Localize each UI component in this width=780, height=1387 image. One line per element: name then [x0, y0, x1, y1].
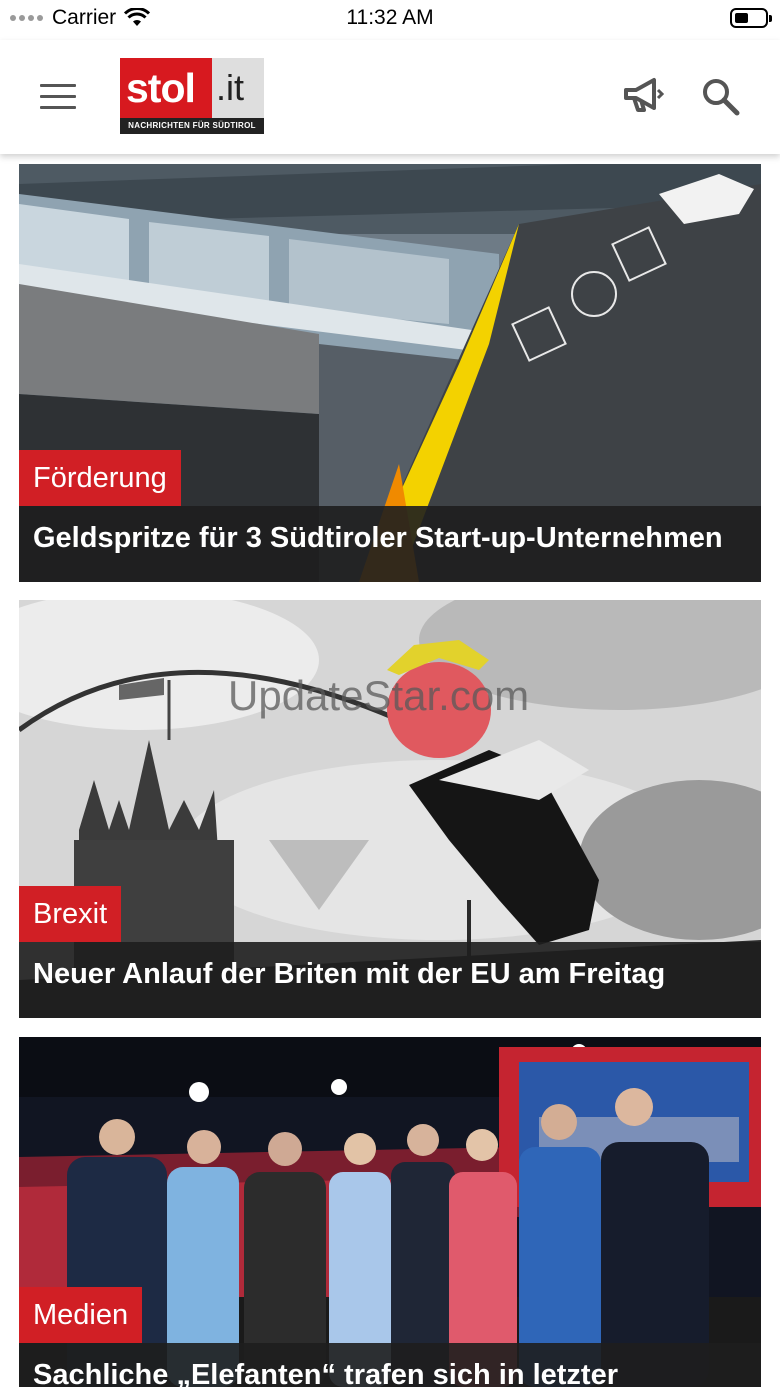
watermark: UpdateStar.com [228, 672, 530, 719]
logo-suffix: .it [216, 67, 245, 108]
logo-tagline: NACHRICHTEN FÜR SÜDTIROL [120, 118, 264, 134]
logo-main: stol [126, 65, 196, 111]
battery-icon [730, 8, 772, 28]
app-header: stol .it NACHRICHTEN FÜR SÜDTIROL [0, 40, 780, 154]
category-tag[interactable]: Medien [19, 1287, 143, 1343]
article-card[interactable]: Brexit Neuer Anlauf der Briten mit der E… [19, 600, 761, 1018]
headline-bar: Neuer Anlauf der Briten mit der EU am Fr… [19, 942, 761, 1018]
status-time: 11:32 AM [346, 6, 434, 29]
article-card[interactable]: Förderung Geldspritze für 3 Südtiroler S… [19, 164, 761, 582]
category-tag[interactable]: Förderung [19, 450, 181, 506]
headline[interactable]: Neuer Anlauf der Briten mit der EU am Fr… [33, 958, 665, 991]
article-card[interactable]: Medien Sachliche „Elefanten“ trafen sich… [19, 1037, 761, 1387]
megaphone-icon[interactable] [620, 76, 664, 116]
search-icon[interactable] [700, 76, 742, 118]
headline[interactable]: Geldspritze für 3 Südtiroler Start-up-Un… [33, 522, 723, 555]
headline-bar: Geldspritze für 3 Südtiroler Start-up-Un… [19, 506, 761, 582]
status-bar: Carrier 11:32 AM [0, 0, 780, 40]
category-tag[interactable]: Brexit [19, 886, 122, 942]
headline-bar: Sachliche „Elefanten“ trafen sich in let… [19, 1343, 761, 1387]
headline[interactable]: Sachliche „Elefanten“ trafen sich in let… [33, 1359, 618, 1387]
stol-logo[interactable]: stol .it NACHRICHTEN FÜR SÜDTIROL [120, 58, 264, 134]
menu-icon[interactable] [40, 84, 76, 110]
